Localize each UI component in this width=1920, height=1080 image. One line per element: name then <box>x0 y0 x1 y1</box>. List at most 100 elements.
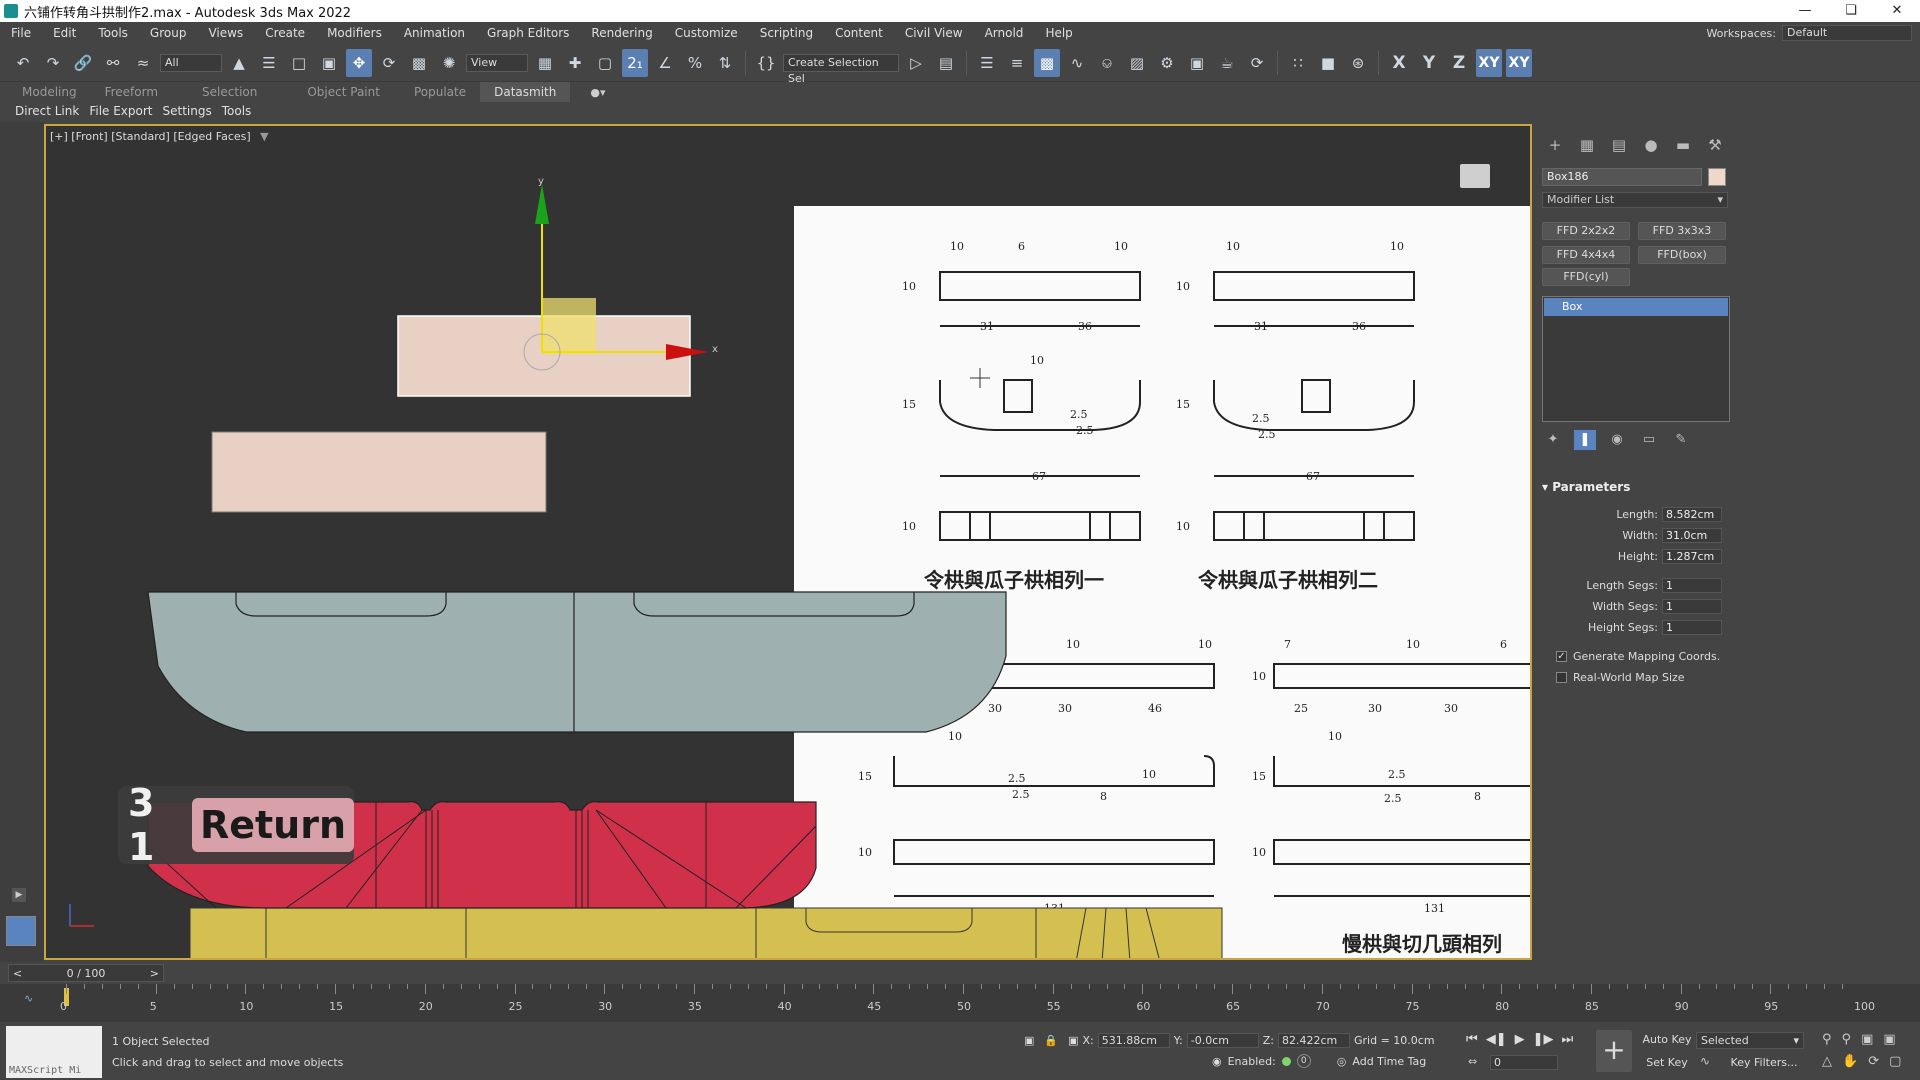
axis-z-button[interactable]: Z <box>1446 49 1472 77</box>
spinner-snap-icon[interactable]: ⇅ <box>712 49 738 77</box>
measure-icon[interactable]: ■ <box>1315 49 1341 77</box>
curve-editor-mini-icon[interactable]: ∿ <box>24 992 33 1005</box>
current-frame-field[interactable]: 0 <box>1490 1055 1558 1070</box>
move-icon[interactable]: ✥ <box>346 48 372 77</box>
goto-start-icon[interactable]: ⏮ <box>1466 1032 1478 1047</box>
mirror-icon[interactable]: ▷ <box>903 49 929 77</box>
stack-entry-box[interactable]: Box <box>1544 298 1728 316</box>
configure-sets-icon[interactable]: ✎ <box>1670 430 1692 450</box>
menu-content[interactable]: Content <box>824 22 894 44</box>
menu-tools[interactable]: Tools <box>87 22 139 44</box>
fov-icon[interactable]: △ <box>1822 1054 1832 1069</box>
prev-frame-icon[interactable]: ◀❚ <box>1486 1032 1507 1047</box>
undo-icon[interactable]: ↶ <box>10 49 36 77</box>
key-mode-dropdown[interactable]: Selected ▾ <box>1696 1032 1804 1049</box>
ffd-3x3x3-button[interactable]: FFD 3x3x3 <box>1638 222 1726 240</box>
make-unique-icon[interactable]: ◉ <box>1606 430 1628 450</box>
axis-y-button[interactable]: Y <box>1416 49 1442 77</box>
snap-grid-icon[interactable]: ⊛ <box>1345 49 1371 77</box>
isolate-icon[interactable]: ▣ <box>1024 1034 1034 1047</box>
show-end-result-icon[interactable]: ❚ <box>1574 430 1596 450</box>
pivot-center-icon[interactable]: ▦ <box>532 49 558 77</box>
pan-icon[interactable]: ✋ <box>1842 1054 1858 1069</box>
auto-key-button[interactable]: Auto Key <box>1640 1031 1694 1049</box>
selection-filter-dropdown[interactable]: All <box>160 53 222 72</box>
maxscript-listener[interactable]: MAXScript Mi <box>6 1026 102 1078</box>
orbit-icon[interactable]: ⟳ <box>1868 1054 1879 1069</box>
layer-explorer-icon[interactable]: ≡ <box>1004 49 1030 77</box>
grid-icon[interactable]: ∷ <box>1285 49 1311 77</box>
menu-customize[interactable]: Customize <box>664 22 749 44</box>
pin-stack-icon[interactable]: ✦ <box>1542 430 1564 450</box>
minimize-button[interactable]: — <box>1782 0 1828 22</box>
time-slider[interactable]: < 0 / 100 > <box>8 964 164 982</box>
real-world-map-size-checkbox[interactable]: Real-World Map Size <box>1542 667 1722 688</box>
menu-help[interactable]: Help <box>1034 22 1083 44</box>
unlink-icon[interactable]: ⚯ <box>100 49 126 77</box>
motion-tab-icon[interactable]: ● <box>1638 134 1664 156</box>
menu-scripting[interactable]: Scripting <box>749 22 824 44</box>
axis-x-button[interactable]: X <box>1386 49 1412 77</box>
select-object-icon[interactable]: ▲ <box>226 49 252 77</box>
angle-snap-icon[interactable]: ∠ <box>652 49 678 77</box>
key-filters-button[interactable]: Key Filters... <box>1724 1054 1804 1072</box>
percent-snap-icon[interactable]: % <box>682 49 708 77</box>
height-spinner[interactable]: 1.287cm <box>1662 549 1722 564</box>
snaps-toggle-icon[interactable]: 2₁ <box>622 48 648 77</box>
rotate-icon[interactable]: ⟳ <box>376 49 402 77</box>
create-tab-icon[interactable]: + <box>1542 134 1568 156</box>
zoom-extents-all-icon[interactable]: ▣ <box>1883 1032 1895 1047</box>
tab-selection[interactable]: Selection <box>172 82 287 102</box>
object-color-swatch[interactable] <box>1708 168 1726 186</box>
time-tag-icon[interactable]: ◎ <box>1337 1055 1347 1068</box>
yellow-base-block[interactable] <box>189 907 1223 960</box>
y-coord-field[interactable]: -0.0cm <box>1186 1033 1259 1048</box>
ffd-2x2x2-button[interactable]: FFD 2x2x2 <box>1542 222 1630 240</box>
direct-link-button[interactable]: Direct Link <box>10 104 84 118</box>
menu-file[interactable]: File <box>0 22 42 44</box>
manipulate-icon[interactable]: ✚ <box>562 49 588 77</box>
zoom-icon[interactable]: ⚲ <box>1822 1032 1832 1047</box>
hierarchy-tab-icon[interactable]: ▤ <box>1606 134 1632 156</box>
restore-button[interactable]: ❏ <box>1828 0 1874 22</box>
add-time-tag[interactable]: Add Time Tag <box>1352 1055 1426 1068</box>
tab-populate[interactable]: Populate <box>400 82 480 102</box>
set-key-big-icon[interactable]: + <box>1596 1030 1632 1072</box>
menu-edit[interactable]: Edit <box>42 22 87 44</box>
expand-arrow-icon[interactable]: ▶ <box>12 888 26 902</box>
absolute-mode-icon[interactable]: ▣ <box>1068 1034 1078 1047</box>
time-next-icon[interactable]: > <box>150 967 159 980</box>
edit-named-sets-icon[interactable]: {} <box>753 49 779 77</box>
menu-graph-editors[interactable]: Graph Editors <box>476 22 580 44</box>
select-by-name-icon[interactable]: ☰ <box>256 49 282 77</box>
redo-icon[interactable]: ↷ <box>40 49 66 77</box>
axis-xy-cycle-button[interactable]: XY <box>1506 48 1532 77</box>
menu-arnold[interactable]: Arnold <box>974 22 1035 44</box>
window-crossing-icon[interactable]: ▣ <box>316 49 342 77</box>
maximize-viewport-icon[interactable]: ▢ <box>1889 1054 1901 1069</box>
align-icon[interactable]: ▤ <box>933 49 959 77</box>
menu-rendering[interactable]: Rendering <box>580 22 663 44</box>
curve-editor-icon[interactable]: ∿ <box>1064 49 1090 77</box>
keyboard-shortcut-icon[interactable]: ▢ <box>592 49 618 77</box>
bind-space-warp-icon[interactable]: ≈ <box>130 49 156 77</box>
ribbon-options-icon[interactable]: ●▾ <box>590 86 605 99</box>
lock-icon[interactable]: 🔒 <box>1044 1034 1058 1047</box>
viewport-layout-icon[interactable] <box>6 916 36 946</box>
box-object[interactable] <box>211 431 547 513</box>
goto-end-icon[interactable]: ⏭ <box>1561 1032 1573 1047</box>
height-segs-spinner[interactable]: 1 <box>1662 620 1722 635</box>
link-icon[interactable]: 🔗 <box>70 49 96 77</box>
file-export-button[interactable]: File Export <box>84 104 157 118</box>
track-bar[interactable]: ∿ 0 5 10 15 20 25 30 35 40 45 50 55 60 65 70 75 80 85 90 95… <box>0 984 1920 1022</box>
menu-views[interactable]: Views <box>197 22 254 44</box>
close-button[interactable]: ✕ <box>1874 0 1920 22</box>
remove-modifier-icon[interactable]: ▭ <box>1638 430 1660 450</box>
generate-mapping-coords-checkbox[interactable]: ✓ Generate Mapping Coords. <box>1542 646 1722 667</box>
z-coord-field[interactable]: 82.422cm <box>1277 1033 1350 1048</box>
selection-set-dropdown[interactable]: Create Selection Sel <box>783 53 899 85</box>
schematic-view-icon[interactable]: ⎉ <box>1094 49 1120 77</box>
zoom-extents-icon[interactable]: ▣ <box>1861 1032 1873 1047</box>
gizmo-y-arrow[interactable] <box>535 184 549 224</box>
tab-object-paint[interactable]: Object Paint <box>287 82 400 102</box>
